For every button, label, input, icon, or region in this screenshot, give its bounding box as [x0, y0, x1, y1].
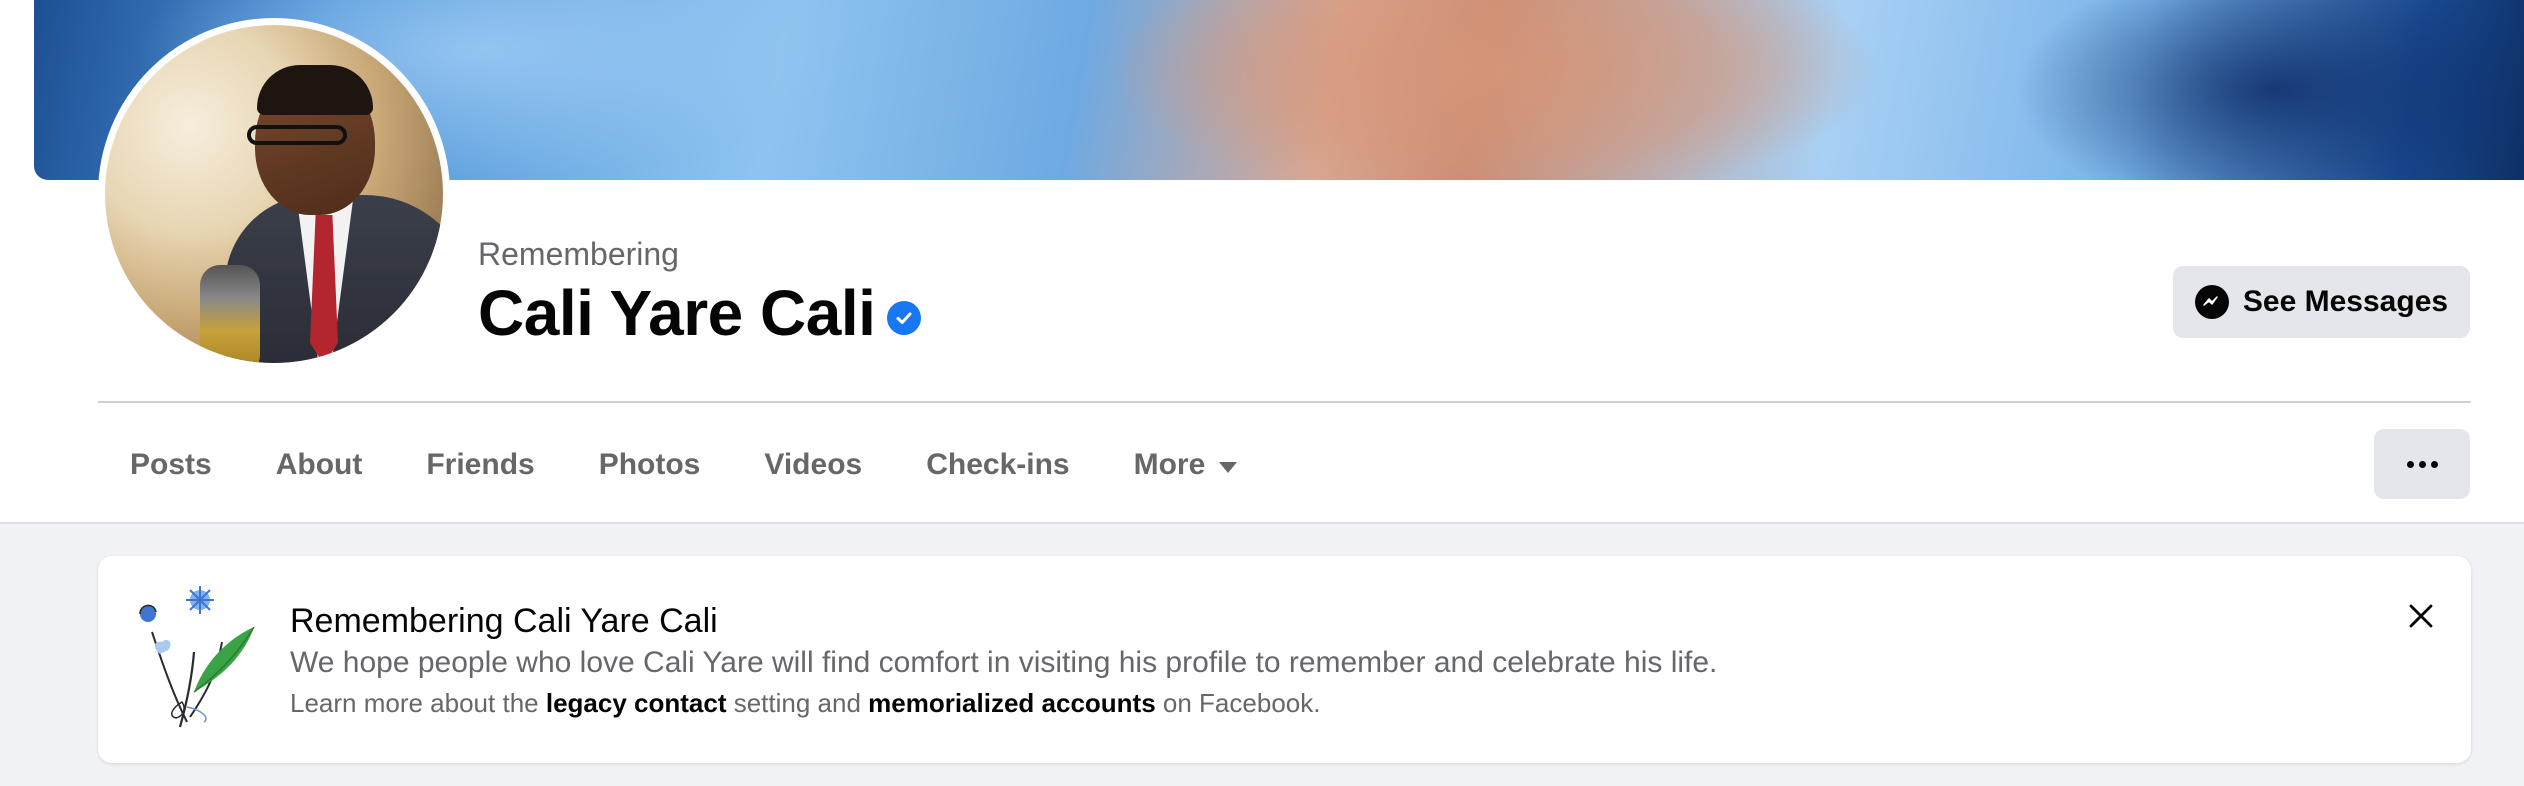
tab-about[interactable]: About	[244, 430, 395, 500]
close-icon	[2409, 604, 2433, 628]
profile-header: Remembering Cali Yare Cali See Messages …	[0, 0, 2524, 524]
see-messages-button[interactable]: See Messages	[2173, 266, 2470, 338]
tab-posts[interactable]: Posts	[98, 430, 244, 500]
tab-check-ins[interactable]: Check-ins	[894, 430, 1101, 500]
memorial-card: Remembering Cali Yare Cali We hope peopl…	[98, 556, 2471, 763]
tab-more[interactable]: More	[1102, 430, 1270, 500]
flower-icon	[139, 586, 255, 728]
profile-tabs: Posts About Friends Photos Videos Check-…	[98, 430, 1269, 500]
memorial-card-description: We hope people who love Cali Yare will f…	[290, 646, 1718, 679]
memorial-card-learn-more: Learn more about the legacy contact sett…	[290, 688, 1321, 718]
messenger-icon	[2194, 285, 2229, 319]
tab-photos[interactable]: Photos	[567, 430, 733, 500]
more-options-icon	[2406, 460, 2414, 468]
close-button[interactable]	[2401, 596, 2441, 636]
profile-name-text: Cali Yare Cali	[478, 277, 876, 349]
tab-videos[interactable]: Videos	[732, 430, 894, 500]
tab-friends[interactable]: Friends	[394, 430, 566, 500]
memorialized-accounts-link[interactable]: memorialized accounts	[868, 688, 1156, 718]
profile-picture[interactable]	[98, 18, 450, 370]
memorial-card-title: Remembering Cali Yare Cali	[290, 602, 718, 640]
caret-down-icon	[1219, 461, 1238, 473]
profile-name: Cali Yare Cali	[478, 276, 922, 350]
see-messages-label: See Messages	[2242, 285, 2449, 318]
remembering-label: Remembering	[478, 236, 679, 272]
header-divider	[98, 401, 2471, 403]
more-options-button[interactable]	[2374, 429, 2470, 499]
legacy-contact-link[interactable]: legacy contact	[546, 688, 727, 718]
verified-icon	[887, 301, 922, 335]
